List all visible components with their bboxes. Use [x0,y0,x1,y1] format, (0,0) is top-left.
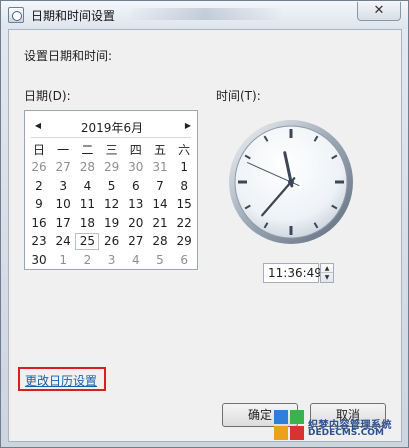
calendar-day[interactable]: 21 [148,215,172,232]
calendar-day[interactable]: 2 [27,178,51,195]
calendar-day[interactable]: 1 [172,159,196,176]
previous-month-button[interactable]: ◀ [31,120,45,132]
analog-clock [229,120,353,244]
dialog-heading: 设置日期和时间: [24,49,113,63]
calendar-day[interactable]: 30 [27,252,51,269]
calendar-day[interactable]: 19 [100,215,124,232]
calendar-day[interactable]: 28 [148,233,172,250]
calendar-day[interactable]: 27 [51,159,75,176]
calendar-day[interactable]: 27 [124,233,148,250]
calendar-day[interactable]: 20 [124,215,148,232]
watermark: 织梦内容管理系统 DEDECMS.COM [272,394,406,444]
date-time-settings-window: 日期和时间设置 ✕ 设置日期和时间: 日期(D): 时间(T): ◀ 2019年… [0,0,409,448]
calendar-weekday-header: 六 [178,143,191,157]
calendar-day[interactable]: 23 [27,233,51,250]
calendar-day[interactable]: 1 [51,252,75,269]
calendar-day[interactable]: 6 [172,252,196,269]
clock-icon [8,7,24,23]
calendar-day[interactable]: 6 [124,178,148,195]
window-title: 日期和时间设置 [31,9,116,23]
calendar-day[interactable]: 3 [51,178,75,195]
calendar-day[interactable]: 26 [100,233,124,250]
calendar-day[interactable]: 5 [100,178,124,195]
windows-logo-icon [274,410,304,440]
title-blurred-region [125,8,285,20]
calendar-day[interactable]: 3 [100,252,124,269]
calendar-weekday-header: 二 [81,143,94,157]
calendar-weekday-header: 一 [57,143,70,157]
calendar-day[interactable]: 8 [172,178,196,195]
calendar-day[interactable]: 4 [124,252,148,269]
calendar-day[interactable]: 12 [100,196,124,213]
calendar-day[interactable]: 13 [124,196,148,213]
close-button[interactable]: ✕ [357,2,401,21]
calendar-weekday-header: 五 [153,143,166,157]
calendar-weekday-header: 日 [32,143,45,157]
calendar-day[interactable]: 22 [172,215,196,232]
calendar-day[interactable]: 28 [75,159,99,176]
time-label: 时间(T): [216,89,261,103]
title-bar[interactable]: 日期和时间设置 ✕ [1,1,408,29]
calendar[interactable]: ◀ 2019年6月 ▶ 日一二三四五六 26 27 28 29 30 31 1 2 3 4 5 6 7 8 9… [24,110,198,270]
change-calendar-settings-link[interactable]: 更改日历设置 [25,372,97,389]
calendar-day[interactable]: 31 [148,159,172,176]
calendar-day[interactable]: 15 [172,196,196,213]
calendar-day[interactable]: 2 [75,252,99,269]
calendar-day[interactable]: 4 [75,178,99,195]
clock-center-pin [288,179,294,185]
calendar-day[interactable]: 14 [148,196,172,213]
highlight-box: 更改日历设置 [18,367,106,391]
calendar-day[interactable]: 17 [51,215,75,232]
calendar-day[interactable]: 24 [51,233,75,250]
calendar-day[interactable]: 16 [27,215,51,232]
calendar-day[interactable]: 29 [172,233,196,250]
next-month-button[interactable]: ▶ [181,120,195,132]
date-label: 日期(D): [24,89,71,103]
calendar-day[interactable]: 11 [75,196,99,213]
time-input[interactable]: 11:36:49 [263,263,322,283]
calendar-day[interactable]: 7 [148,178,172,195]
calendar-day[interactable]: 29 [100,159,124,176]
time-spinner[interactable]: ▲ ▼ [320,263,334,283]
calendar-day-selected[interactable]: 25 [75,233,100,251]
dialog-body: 设置日期和时间: 日期(D): 时间(T): ◀ 2019年6月 ▶ 日一二三四… [8,29,402,442]
calendar-month-title[interactable]: 2019年6月 [55,119,169,136]
calendar-day[interactable]: 26 [27,159,51,176]
watermark-line-2: DEDECMS.COM [308,428,384,438]
calendar-day[interactable]: 10 [51,196,75,213]
calendar-day[interactable]: 5 [148,252,172,269]
calendar-weekday-header: 四 [129,143,142,157]
calendar-weekday-header: 三 [105,143,118,157]
spin-down-icon[interactable]: ▼ [321,273,333,282]
calendar-day[interactable]: 9 [27,196,51,213]
calendar-divider [31,137,191,138]
calendar-day[interactable]: 30 [124,159,148,176]
calendar-day[interactable]: 18 [75,215,99,232]
spin-up-icon[interactable]: ▲ [321,264,333,273]
